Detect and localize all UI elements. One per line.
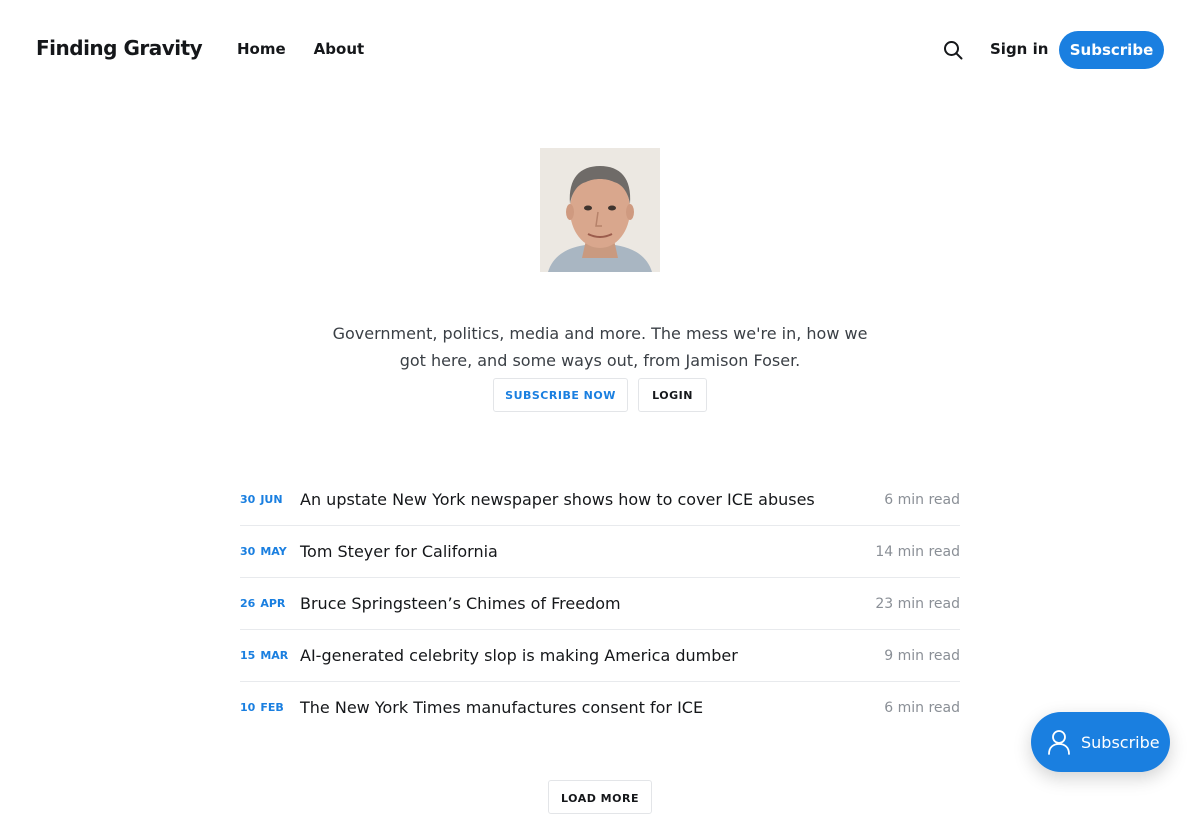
post-title[interactable]: An upstate New York newspaper shows how … — [300, 490, 884, 509]
nav-about[interactable]: About — [314, 40, 365, 58]
post-day: 30 — [240, 545, 256, 558]
post-read-time: 6 min read — [884, 699, 960, 716]
post-item[interactable]: 30 JUN An upstate New York newspaper sho… — [240, 474, 960, 526]
site-description: Government, politics, media and more. Th… — [332, 324, 868, 370]
user-icon — [1048, 730, 1070, 755]
post-item[interactable]: 30 MAY Tom Steyer for California 14 min … — [240, 526, 960, 578]
load-more-button[interactable]: LOAD MORE — [548, 780, 652, 814]
signin-link[interactable]: Sign in — [990, 40, 1048, 58]
author-photo — [540, 148, 660, 272]
post-item[interactable]: 26 APR Bruce Springsteen’s Chimes of Fre… — [240, 578, 960, 630]
post-day: 26 — [240, 597, 256, 610]
post-read-time: 14 min read — [875, 543, 960, 560]
subscribe-now-button[interactable]: SUBSCRIBE NOW — [493, 378, 628, 412]
post-item[interactable]: 10 FEB The New York Times manufactures c… — [240, 682, 960, 733]
post-read-time: 23 min read — [875, 595, 960, 612]
post-read-time: 6 min read — [884, 491, 960, 508]
subscribe-button[interactable]: Subscribe — [1059, 31, 1164, 69]
post-title[interactable]: AI-generated celebrity slop is making Am… — [300, 646, 884, 665]
author-avatar — [540, 148, 660, 272]
post-date: 30 MAY — [240, 545, 300, 558]
post-month: JUN — [260, 493, 283, 506]
main-nav: Home About — [237, 40, 364, 58]
post-title[interactable]: The New York Times manufactures consent … — [300, 698, 884, 717]
portal-subscribe-label: Subscribe — [1081, 732, 1160, 752]
cta-buttons: SUBSCRIBE NOW LOGIN — [493, 378, 707, 412]
site-header: Finding Gravity Home About Sign in Subsc… — [0, 0, 1200, 100]
post-date: 15 MAR — [240, 649, 300, 662]
nav-home[interactable]: Home — [237, 40, 286, 58]
post-title[interactable]: Tom Steyer for California — [300, 542, 875, 561]
portal-subscribe-button[interactable]: Subscribe — [1031, 712, 1170, 772]
site-logo[interactable]: Finding Gravity — [36, 36, 203, 60]
post-title[interactable]: Bruce Springsteen’s Chimes of Freedom — [300, 594, 875, 613]
post-day: 30 — [240, 493, 256, 506]
search-icon — [944, 41, 963, 60]
post-read-time: 9 min read — [884, 647, 960, 664]
post-day: 10 — [240, 701, 256, 714]
post-month: FEB — [260, 701, 284, 714]
search-button[interactable] — [940, 37, 966, 63]
post-date: 26 APR — [240, 597, 300, 610]
post-item[interactable]: 15 MAR AI-generated celebrity slop is ma… — [240, 630, 960, 682]
post-date: 10 FEB — [240, 701, 300, 714]
post-list: 30 JUN An upstate New York newspaper sho… — [240, 474, 960, 733]
post-month: MAR — [260, 649, 289, 662]
post-month: MAY — [260, 545, 287, 558]
post-month: APR — [260, 597, 286, 610]
login-button[interactable]: LOGIN — [638, 378, 707, 412]
post-date: 30 JUN — [240, 493, 300, 506]
post-day: 15 — [240, 649, 256, 662]
